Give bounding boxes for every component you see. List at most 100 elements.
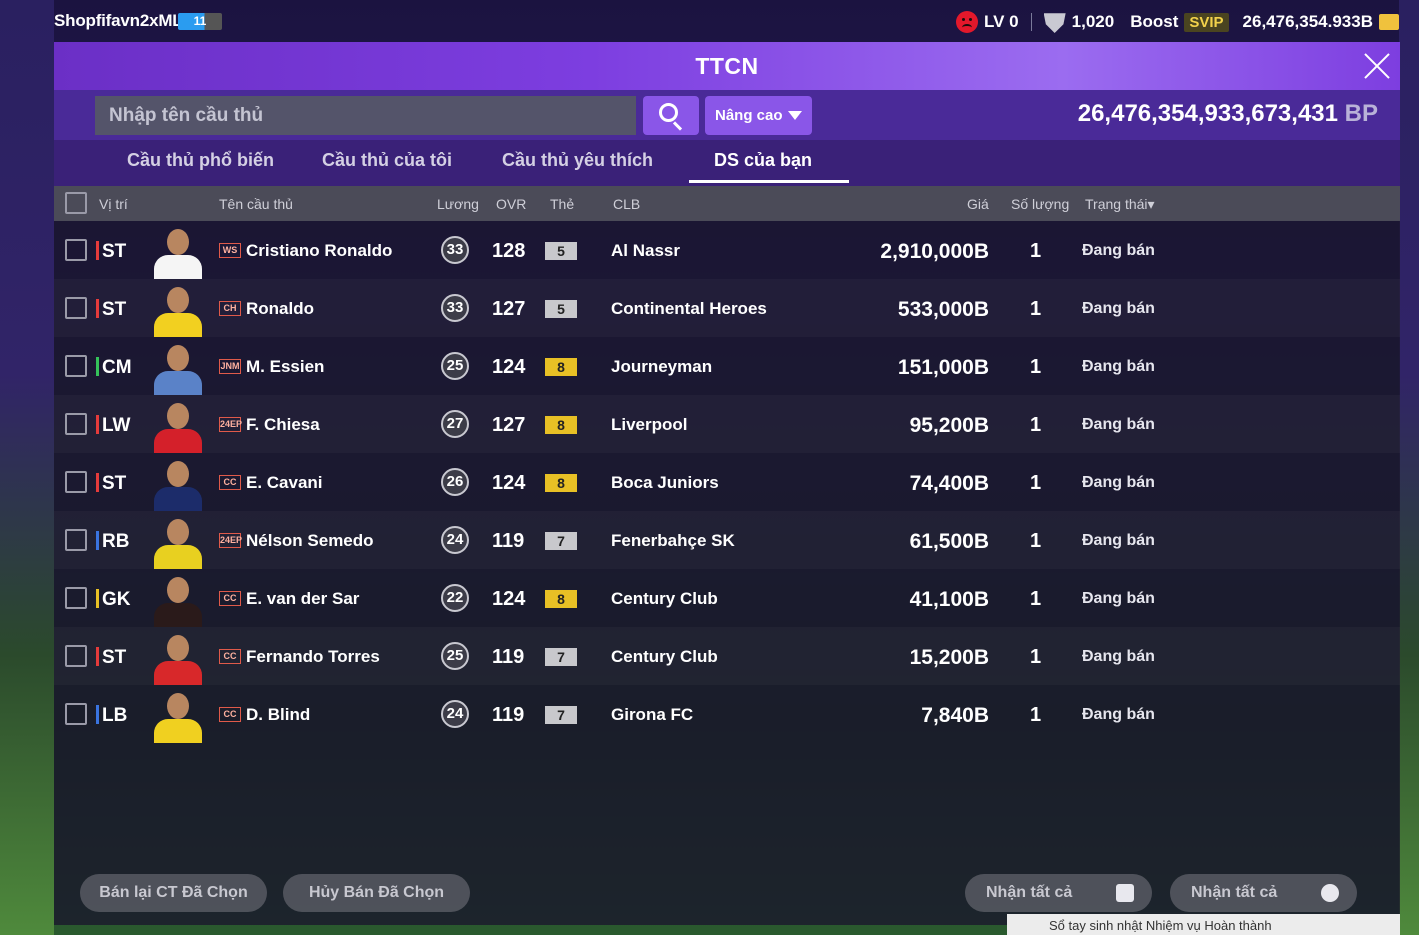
- row-checkbox[interactable]: [65, 355, 87, 377]
- player-club: Fenerbahçe SK: [611, 531, 735, 550]
- table-row[interactable]: ST WS Cristiano Ronaldo 33 128 5 Al Nassr 2,910…: [54, 221, 1400, 279]
- player-club: Century Club: [611, 589, 718, 608]
- close-icon[interactable]: [1362, 51, 1392, 81]
- level-badge: 11: [178, 13, 222, 30]
- avatar-kit: [154, 255, 202, 279]
- table-row[interactable]: ST CC Fernando Torres 25 119 7 Century Club 15,…: [54, 627, 1400, 685]
- bp-unit: BP: [1344, 100, 1378, 127]
- position-color-bar: [96, 241, 99, 260]
- player-club: Al Nassr: [611, 241, 680, 260]
- cancel-selected-button[interactable]: Hủy Bán Đã Chọn: [283, 874, 470, 912]
- search-row: Nâng cao 26,476,354,933,673,431 BP: [54, 90, 1400, 140]
- player-club: Boca Juniors: [611, 473, 719, 492]
- listing-price: 15,200B: [909, 646, 989, 669]
- player-name: Fernando Torres: [246, 647, 380, 666]
- chevron-down-icon: [788, 111, 802, 120]
- player-position: CM: [102, 357, 132, 378]
- player-avatar: [152, 573, 204, 627]
- player-club: Girona FC: [611, 705, 694, 724]
- position-color-bar: [96, 415, 99, 434]
- listing-price: 533,000B: [897, 298, 989, 321]
- listing-status: Đang bán: [1082, 358, 1155, 375]
- salary-badge: 22: [441, 584, 469, 612]
- table-row[interactable]: GK CC E. van der Sar 22 124 8 Century Club 41,1…: [54, 569, 1400, 627]
- position-color-bar: [96, 357, 99, 376]
- col-card: Thẻ: [550, 196, 575, 212]
- advanced-filter-button[interactable]: Nâng cao: [705, 96, 812, 135]
- row-checkbox[interactable]: [65, 413, 87, 435]
- table-row[interactable]: ST CC E. Cavani 26 124 8 Boca Juniors 74,400B 1 Đ…: [54, 453, 1400, 511]
- select-all-checkbox[interactable]: [65, 192, 87, 214]
- table-row[interactable]: CM JNM M. Essien 25 124 8 Journeyman 151,000B 1 Đ…: [54, 337, 1400, 395]
- table-row[interactable]: LB CC D. Blind 24 119 7 Girona FC 7,840B 1 Đang b…: [54, 685, 1400, 743]
- tab-my-players[interactable]: Cầu thủ của tôi: [322, 150, 452, 171]
- listing-quantity: 1: [1030, 356, 1042, 378]
- listing-quantity: 1: [1030, 414, 1042, 436]
- panel-title-text: TTCN: [695, 53, 759, 79]
- position-color-bar: [96, 473, 99, 492]
- listing-status: Đang bán: [1082, 706, 1155, 723]
- panel-title: TTCN: [54, 42, 1400, 90]
- season-badge: CC: [219, 649, 241, 664]
- resell-selected-button[interactable]: Bán lại CT Đã Chọn: [80, 874, 267, 912]
- row-checkbox[interactable]: [65, 645, 87, 667]
- player-avatar: [152, 225, 204, 279]
- table-row[interactable]: ST CH Ronaldo 33 127 5 Continental Heroes 533,0…: [54, 279, 1400, 337]
- tab-popular-players[interactable]: Cầu thủ phổ biến: [127, 150, 274, 171]
- card-level: 8: [545, 590, 577, 608]
- coin-icon: [1379, 14, 1399, 30]
- player-avatar: [152, 399, 204, 453]
- player-search-input[interactable]: [95, 96, 636, 135]
- col-status-sort[interactable]: Trạng thái▾: [1085, 196, 1155, 213]
- table-header: Vị trí Tên cầu thủ Lương OVR Thẻ CLB Giá…: [54, 186, 1400, 221]
- background-right: [1399, 0, 1419, 935]
- season-badge: 24EP: [219, 533, 242, 548]
- player-name: D. Blind: [246, 705, 311, 724]
- row-checkbox[interactable]: [65, 239, 87, 261]
- card-level: 8: [545, 416, 577, 434]
- player-name: F. Chiesa: [246, 415, 320, 434]
- player-position: ST: [102, 473, 127, 494]
- row-checkbox[interactable]: [65, 587, 87, 609]
- player-club: Liverpool: [611, 415, 688, 434]
- player-avatar: [152, 631, 204, 685]
- player-avatar: [152, 283, 204, 337]
- table-row[interactable]: RB 24EP Nélson Semedo 24 119 7 Fenerbahçe SK 61…: [54, 511, 1400, 569]
- listing-price: 61,500B: [909, 530, 989, 553]
- search-button[interactable]: [643, 96, 699, 135]
- player-position: ST: [102, 299, 127, 320]
- coin-balance: 26,476,354.933B: [1242, 12, 1373, 31]
- table-row[interactable]: LW 24EP F. Chiesa 27 127 8 Liverpool 95,200B 1 Đa…: [54, 395, 1400, 453]
- salary-badge: 26: [441, 468, 469, 496]
- listing-status: Đang bán: [1082, 532, 1155, 549]
- shield-icon: [1043, 13, 1066, 33]
- row-checkbox[interactable]: [65, 297, 87, 319]
- row-checkbox[interactable]: [65, 703, 87, 725]
- salary-badge: 27: [441, 410, 469, 438]
- listing-quantity: 1: [1030, 646, 1042, 668]
- top-status-bar: Shopfifavn2xML 11 LV 0 1,020 Boost SVIP …: [0, 0, 1419, 42]
- player-name: Ronaldo: [246, 299, 314, 318]
- salary-badge: 33: [441, 294, 469, 322]
- card-level: 8: [545, 474, 577, 492]
- row-checkbox[interactable]: [65, 471, 87, 493]
- bp-coin-icon: [1321, 884, 1339, 902]
- position-color-bar: [96, 589, 99, 608]
- svip-badge: SVIP: [1184, 12, 1229, 32]
- tab-my-listings[interactable]: DS của bạn: [714, 150, 812, 171]
- listing-status: Đang bán: [1082, 300, 1155, 317]
- bp-balance: 26,476,354,933,673,431 BP: [1078, 100, 1378, 128]
- player-position: LB: [102, 705, 128, 726]
- listing-status: Đang bán: [1082, 474, 1155, 491]
- listing-price: 2,910,000B: [880, 240, 989, 263]
- col-price: Giá: [967, 196, 989, 212]
- avatar-head: [167, 577, 189, 603]
- player-ovr: 127: [492, 298, 526, 320]
- claim-all-players-button[interactable]: Nhận tất cả: [965, 874, 1152, 912]
- tab-favorite-players[interactable]: Cầu thủ yêu thích: [502, 150, 653, 171]
- avatar-head: [167, 287, 189, 313]
- row-checkbox[interactable]: [65, 529, 87, 551]
- jersey-icon: [1116, 884, 1134, 902]
- salary-badge: 24: [441, 526, 469, 554]
- claim-all-bp-button[interactable]: Nhận tất cả: [1170, 874, 1357, 912]
